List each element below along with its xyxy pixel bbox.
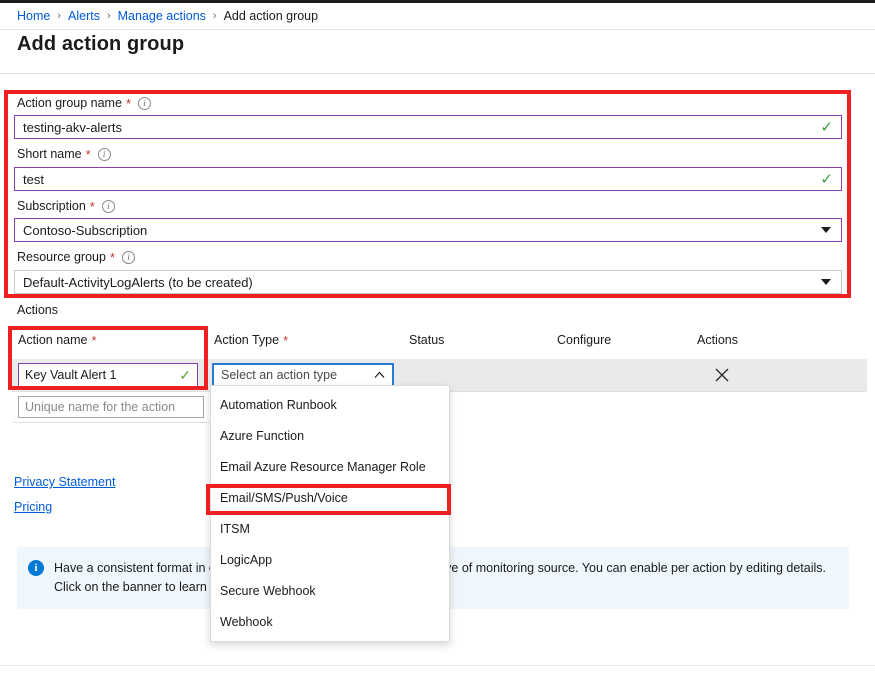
required-marker: * — [283, 334, 288, 347]
dropdown-option-automation-runbook[interactable]: Automation Runbook — [211, 389, 449, 420]
resource-group-value: Default-ActivityLogAlerts (to be created… — [23, 275, 821, 290]
title-divider — [0, 73, 875, 74]
breadcrumb-separator-icon: › — [107, 10, 111, 22]
column-header-action-name-text: Action name — [18, 333, 87, 347]
breadcrumb-item-home[interactable]: Home — [17, 9, 50, 23]
chevron-down-icon — [821, 279, 831, 285]
column-header-action-type-text: Action Type — [214, 333, 279, 347]
required-marker: * — [91, 334, 96, 347]
short-name-label: Short name * i — [17, 147, 111, 161]
action-type-placeholder: Select an action type — [221, 368, 374, 382]
column-header-status: Status — [409, 333, 444, 347]
breadcrumb-item-alerts[interactable]: Alerts — [68, 9, 100, 23]
short-name-input[interactable]: test ✓ — [14, 167, 842, 191]
resource-group-label-text: Resource group — [17, 250, 106, 264]
action-type-dropdown-list[interactable]: Automation Runbook Azure Function Email … — [210, 385, 450, 642]
action-name-input-new[interactable]: Unique name for the action — [18, 396, 204, 418]
required-marker: * — [86, 148, 91, 161]
breadcrumb-separator-icon: › — [57, 10, 61, 22]
info-icon[interactable]: i — [102, 200, 115, 213]
actions-section-heading: Actions — [17, 303, 58, 317]
action-row2-divider — [12, 422, 212, 423]
dropdown-option-secure-webhook[interactable]: Secure Webhook — [211, 575, 449, 606]
breadcrumb-item-add-action-group: Add action group — [224, 9, 319, 23]
subscription-label-text: Subscription — [17, 199, 86, 213]
close-icon — [713, 366, 731, 384]
chevron-up-icon — [374, 371, 385, 379]
column-header-action-type: Action Type * — [214, 333, 288, 347]
chevron-down-icon — [821, 227, 831, 233]
valid-check-icon: ✓ — [179, 368, 191, 382]
delete-action-button[interactable] — [713, 366, 731, 384]
info-icon[interactable]: i — [138, 97, 151, 110]
short-name-label-text: Short name — [17, 147, 82, 161]
dropdown-option-email-sms-push-voice[interactable]: Email/SMS/Push/Voice — [211, 482, 449, 513]
subscription-value: Contoso-Subscription — [23, 223, 821, 238]
valid-check-icon: ✓ — [820, 120, 833, 135]
subscription-label: Subscription * i — [17, 199, 115, 213]
breadcrumb-item-manage-actions[interactable]: Manage actions — [118, 9, 206, 23]
action-name-value: Key Vault Alert 1 — [25, 368, 179, 382]
info-icon[interactable]: i — [98, 148, 111, 161]
action-group-name-label-text: Action group name — [17, 96, 122, 110]
resource-group-label: Resource group * i — [17, 250, 135, 264]
short-name-value: test — [23, 172, 816, 187]
dropdown-option-logicapp[interactable]: LogicApp — [211, 544, 449, 575]
action-type-combobox[interactable]: Select an action type — [212, 363, 394, 387]
breadcrumb-separator-icon: › — [213, 10, 217, 22]
column-header-action-name: Action name * — [18, 333, 97, 347]
action-name-placeholder: Unique name for the action — [25, 400, 175, 414]
action-group-name-value: testing-akv-alerts — [23, 120, 816, 135]
bottom-divider — [0, 665, 875, 666]
dropdown-option-itsm[interactable]: ITSM — [211, 513, 449, 544]
subscription-select[interactable]: Contoso-Subscription — [14, 218, 842, 242]
info-icon: i — [28, 560, 44, 576]
required-marker: * — [126, 97, 131, 110]
dropdown-option-webhook[interactable]: Webhook — [211, 606, 449, 637]
breadcrumb-divider — [0, 29, 875, 30]
resource-group-select[interactable]: Default-ActivityLogAlerts (to be created… — [14, 270, 842, 294]
dropdown-option-azure-function[interactable]: Azure Function — [211, 420, 449, 451]
pricing-link[interactable]: Pricing — [14, 500, 52, 514]
required-marker: * — [90, 200, 95, 213]
dropdown-option-email-azure-resource-manager-role[interactable]: Email Azure Resource Manager Role — [211, 451, 449, 482]
column-header-configure: Configure — [557, 333, 611, 347]
action-name-input[interactable]: Key Vault Alert 1 ✓ — [18, 363, 198, 387]
page-title: Add action group — [17, 33, 184, 56]
action-group-name-input[interactable]: testing-akv-alerts ✓ — [14, 115, 842, 139]
privacy-statement-link[interactable]: Privacy Statement — [14, 475, 115, 489]
column-header-actions: Actions — [697, 333, 738, 347]
breadcrumb: Home › Alerts › Manage actions › Add act… — [0, 3, 875, 29]
valid-check-icon: ✓ — [820, 172, 833, 187]
action-group-name-label: Action group name * i — [17, 96, 151, 110]
info-icon[interactable]: i — [122, 251, 135, 264]
required-marker: * — [110, 251, 115, 264]
